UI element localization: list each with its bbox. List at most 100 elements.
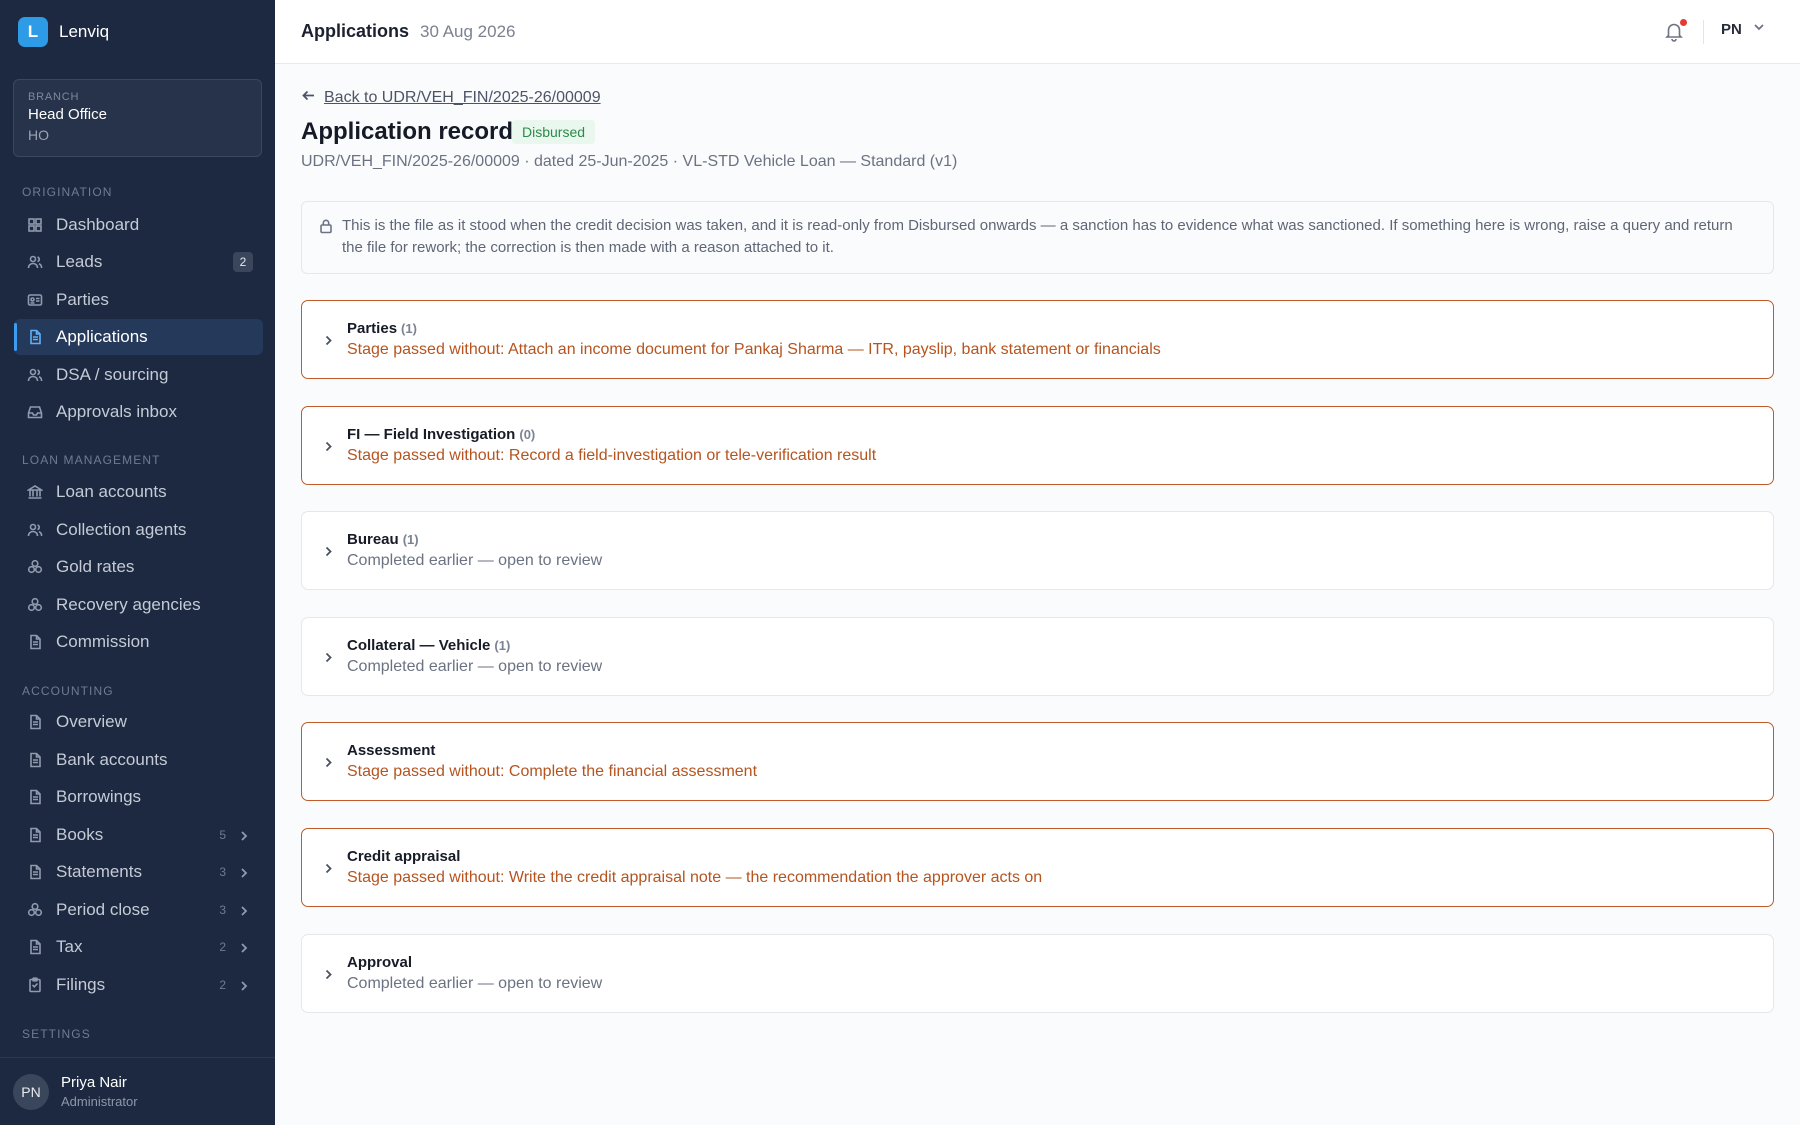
- stage-collateral-vehicle[interactable]: Collateral — Vehicle (1) Completed earlie…: [301, 617, 1774, 696]
- page-header-date: 30 Aug 2026: [420, 21, 516, 41]
- sidebar-item-label: Dashboard: [56, 215, 140, 234]
- sidebar-item-period-close[interactable]: Period close 3: [14, 892, 263, 928]
- notifications-button[interactable]: [1663, 19, 1687, 44]
- stage-name: Assessment: [347, 742, 436, 759]
- sidebar-item-label: Applications: [56, 327, 148, 346]
- stage-subtitle: Stage passed without: Attach an income d…: [347, 341, 1161, 358]
- document-icon: [27, 714, 43, 730]
- sidebar-item-label: Leads: [56, 252, 103, 271]
- sidebar-item-label: Collection agents: [56, 520, 187, 539]
- clipboard-icon: [27, 977, 43, 993]
- sidebar-item-recovery-agencies[interactable]: Recovery agencies: [14, 587, 263, 623]
- back-link[interactable]: Back to UDR/VEH_FIN/2025-26/00009: [301, 88, 601, 108]
- sidebar-item-collection-agents[interactable]: Collection agents: [14, 512, 263, 548]
- books-count: 5: [219, 828, 226, 842]
- sidebar-item-borrowings[interactable]: Borrowings: [14, 779, 263, 815]
- stage-name: Parties: [347, 320, 398, 337]
- chevron-down-icon: [1752, 20, 1766, 38]
- stage-subtitle: Stage passed without: Record a field-inv…: [347, 447, 877, 464]
- sidebar-item-label: Period close: [56, 900, 150, 919]
- document-icon: [27, 864, 43, 880]
- coins-icon: [27, 559, 43, 575]
- document-icon: [27, 827, 43, 843]
- application-meta: UDR/VEH_FIN/2025-26/00009 · dated 25-Jun…: [301, 153, 958, 170]
- document-icon: [27, 752, 43, 768]
- section-loan-management: LOAN MANAGEMENT: [22, 453, 161, 467]
- statements-count: 3: [219, 865, 226, 879]
- sidebar-item-label: Overview: [56, 712, 127, 731]
- avatar: PN: [13, 1073, 49, 1110]
- sidebar-item-statements[interactable]: Statements 3: [14, 854, 263, 890]
- document-icon: [27, 634, 43, 650]
- sidebar-item-leads[interactable]: Leads 2: [14, 244, 263, 280]
- branch-selector[interactable]: BRANCH Head Office HO: [13, 79, 262, 157]
- chevron-right-icon: [322, 756, 336, 770]
- sidebar-item-loan-accounts[interactable]: Loan accounts: [14, 474, 263, 510]
- stage-name: Approval: [347, 954, 413, 971]
- sidebar-item-bank-accounts[interactable]: Bank accounts: [14, 742, 263, 778]
- sidebar-item-label: Approvals inbox: [56, 402, 177, 421]
- stage-count: (0): [519, 427, 536, 442]
- sidebar-item-label: Books: [56, 825, 104, 844]
- sidebar-item-label: Parties: [56, 290, 109, 309]
- sidebar-item-applications[interactable]: Applications: [14, 319, 263, 355]
- stage-field-investigation[interactable]: FI — Field Investigation (0) Stage passed…: [301, 406, 1774, 485]
- app-logo: L: [18, 17, 48, 47]
- grid-icon: [27, 217, 43, 233]
- stage-title: FI — Field Investigation (0): [347, 426, 535, 443]
- chevron-right-icon: [322, 651, 336, 665]
- inbox-icon: [27, 404, 43, 420]
- branch-code: HO: [28, 127, 49, 143]
- sidebar-item-approvals-inbox[interactable]: Approvals inbox: [14, 394, 263, 430]
- stage-subtitle: Stage passed without: Write the credit a…: [347, 869, 1043, 886]
- stage-name: Bureau: [347, 531, 399, 548]
- stage-subtitle: Completed earlier — open to review: [347, 975, 603, 992]
- sidebar-item-dashboard[interactable]: Dashboard: [14, 207, 263, 243]
- stage-name: FI — Field Investigation: [347, 426, 516, 443]
- stage-assessment[interactable]: Assessment Stage passed without: Complet…: [301, 722, 1774, 801]
- sidebar-item-gold-rates[interactable]: Gold rates: [14, 549, 263, 585]
- section-origination: ORIGINATION: [22, 185, 113, 199]
- lock-icon: [318, 218, 334, 234]
- sidebar-item-overview[interactable]: Overview: [14, 704, 263, 740]
- period-close-count: 3: [219, 903, 226, 917]
- tax-count: 2: [219, 940, 226, 954]
- sidebar-item-label: Recovery agencies: [56, 595, 201, 614]
- stage-name: Collateral — Vehicle: [347, 637, 491, 654]
- stage-credit-appraisal[interactable]: Credit appraisal Stage passed without: W…: [301, 828, 1774, 907]
- user-role: Administrator: [61, 1094, 138, 1109]
- chevron-right-icon: [237, 865, 251, 879]
- document-icon: [27, 939, 43, 955]
- chevron-right-icon: [322, 968, 336, 982]
- sidebar-item-label: Loan accounts: [56, 482, 167, 501]
- sidebar-item-parties[interactable]: Parties: [14, 282, 263, 318]
- stage-bureau[interactable]: Bureau (1) Completed earlier — open to re…: [301, 511, 1774, 590]
- sidebar-item-commission[interactable]: Commission: [14, 624, 263, 660]
- bank-icon: [27, 484, 43, 500]
- stage-subtitle: Stage passed without: Complete the finan…: [347, 763, 758, 780]
- sidebar-item-dsa-sourcing[interactable]: DSA / sourcing: [14, 357, 263, 393]
- stage-count: (1): [494, 638, 511, 653]
- arrow-left-icon: [301, 88, 316, 108]
- brand[interactable]: L Lenviq: [0, 0, 275, 64]
- sidebar-item-tax[interactable]: Tax 2: [14, 929, 263, 965]
- page-title: Application record: [301, 118, 514, 145]
- chevron-right-icon: [322, 862, 336, 876]
- stage-approval[interactable]: Approval Completed earlier — open to rev…: [301, 934, 1774, 1013]
- topbar: Applications 30 Aug 2026 PN: [275, 0, 1800, 64]
- section-settings: SETTINGS: [22, 1027, 91, 1041]
- sidebar-item-books[interactable]: Books 5: [14, 817, 263, 853]
- stage-title: Assessment: [347, 742, 439, 759]
- sidebar-item-label: Commission: [56, 632, 150, 651]
- document-icon: [27, 789, 43, 805]
- users-icon: [27, 254, 43, 270]
- stage-count: (1): [401, 321, 417, 336]
- user-menu-button[interactable]: PN: [1721, 20, 1766, 38]
- chevron-right-icon: [237, 903, 251, 917]
- chevron-right-icon: [237, 978, 251, 992]
- sidebar-item-filings[interactable]: Filings 2: [14, 967, 263, 1003]
- stage-parties[interactable]: Parties (1) Stage passed without: Attach …: [301, 300, 1774, 379]
- stage-title: Credit appraisal: [347, 848, 464, 865]
- read-only-notice: This is the file as it stood when the cr…: [301, 201, 1774, 274]
- user-profile[interactable]: PN Priya Nair Administrator: [0, 1057, 275, 1125]
